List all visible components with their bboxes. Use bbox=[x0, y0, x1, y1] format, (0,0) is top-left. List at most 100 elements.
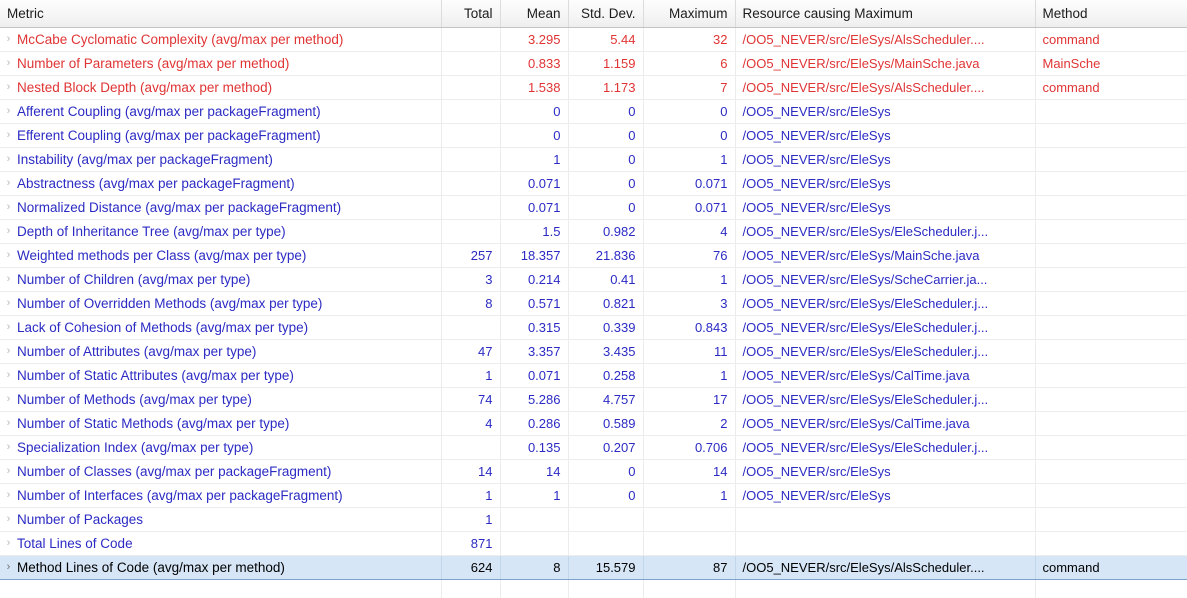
cell-resource: /OO5_NEVER/src/EleSys bbox=[735, 171, 1036, 196]
chevron-right-icon[interactable]: › bbox=[0, 220, 17, 243]
cell-mean: 3.357 bbox=[500, 339, 569, 364]
cell-stddev bbox=[568, 531, 644, 556]
chevron-right-icon[interactable]: › bbox=[0, 508, 17, 531]
table-row[interactable]: › Number of Overridden Methods (avg/max p… bbox=[0, 291, 1187, 316]
chevron-right-icon[interactable]: › bbox=[0, 100, 17, 123]
column-header-mean[interactable]: Mean bbox=[500, 0, 569, 28]
table-row[interactable]: › Depth of Inheritance Tree (avg/max per … bbox=[0, 219, 1187, 244]
metric-name-cell[interactable]: › Number of Parameters (avg/max per metho… bbox=[0, 51, 442, 76]
chevron-right-icon[interactable]: › bbox=[0, 388, 17, 411]
chevron-right-icon[interactable]: › bbox=[0, 436, 17, 459]
metric-name-cell[interactable]: › Weighted methods per Class (avg/max per… bbox=[0, 243, 442, 268]
cell-stddev: 0.339 bbox=[568, 315, 644, 340]
cell-method bbox=[1035, 531, 1187, 556]
cell-resource: /OO5_NEVER/src/EleSys/AlsScheduler.... bbox=[735, 27, 1036, 52]
metric-name-cell[interactable]: › Number of Methods (avg/max per type) bbox=[0, 387, 442, 412]
metric-name-cell[interactable]: › Specialization Index (avg/max per type) bbox=[0, 435, 442, 460]
metric-name-cell[interactable]: › Total Lines of Code bbox=[0, 531, 442, 556]
table-row[interactable]: › Number of Attributes (avg/max per type)… bbox=[0, 339, 1187, 364]
cell-stddev: 0.41 bbox=[568, 267, 644, 292]
table-row[interactable]: › Number of Static Attributes (avg/max pe… bbox=[0, 363, 1187, 388]
chevron-right-icon[interactable]: › bbox=[0, 340, 17, 363]
metric-name-cell[interactable]: › Efferent Coupling (avg/max per packageF… bbox=[0, 123, 442, 148]
table-row[interactable]: › Total Lines of Code 871 bbox=[0, 531, 1187, 556]
table-row[interactable]: › Instability (avg/max per packageFragmen… bbox=[0, 147, 1187, 172]
table-row[interactable]: › Number of Methods (avg/max per type) 74 5… bbox=[0, 387, 1187, 412]
metric-name-cell[interactable]: › Number of Attributes (avg/max per type) bbox=[0, 339, 442, 364]
chevron-right-icon[interactable]: › bbox=[0, 412, 17, 435]
cell-mean: 0.571 bbox=[500, 291, 569, 316]
cell-total: 1 bbox=[441, 363, 501, 388]
chevron-right-icon[interactable]: › bbox=[0, 484, 17, 507]
column-header-stddev[interactable]: Std. Dev. bbox=[568, 0, 644, 28]
metric-name-cell[interactable]: › Number of Overridden Methods (avg/max p… bbox=[0, 291, 442, 316]
cell-maximum: 1 bbox=[643, 363, 736, 388]
column-header-total[interactable]: Total bbox=[441, 0, 501, 28]
cell-total: 624 bbox=[441, 555, 501, 580]
table-row[interactable]: › Weighted methods per Class (avg/max per… bbox=[0, 243, 1187, 268]
metric-name-cell[interactable]: › Instability (avg/max per packageFragmen… bbox=[0, 147, 442, 172]
metric-name-cell[interactable]: › McCabe Cyclomatic Complexity (avg/max p… bbox=[0, 27, 442, 52]
table-row[interactable]: › Normalized Distance (avg/max per packag… bbox=[0, 195, 1187, 220]
metric-name-cell[interactable]: › Number of Children (avg/max per type) bbox=[0, 267, 442, 292]
column-header-resource[interactable]: Resource causing Maximum bbox=[735, 0, 1036, 28]
chevron-right-icon[interactable]: › bbox=[0, 28, 17, 51]
cell-method bbox=[1035, 147, 1187, 172]
metric-label: Number of Classes (avg/max per packageFr… bbox=[17, 464, 332, 479]
table-row[interactable]: › Number of Classes (avg/max per packageF… bbox=[0, 459, 1187, 484]
column-header-method[interactable]: Method bbox=[1035, 0, 1187, 28]
column-header-metric[interactable]: Metric bbox=[0, 0, 442, 28]
metric-name-cell[interactable]: › Afferent Coupling (avg/max per packageF… bbox=[0, 99, 442, 124]
chevron-right-icon[interactable]: › bbox=[0, 148, 17, 171]
metric-name-cell[interactable]: › Number of Packages bbox=[0, 507, 442, 532]
table-row[interactable]: › Number of Children (avg/max per type) 3 0… bbox=[0, 267, 1187, 292]
chevron-right-icon[interactable]: › bbox=[0, 292, 17, 315]
chevron-right-icon[interactable]: › bbox=[0, 364, 17, 387]
chevron-right-icon[interactable]: › bbox=[0, 316, 17, 339]
table-row[interactable]: › Number of Packages 1 bbox=[0, 507, 1187, 532]
cell-maximum bbox=[643, 531, 736, 556]
cell-method bbox=[1035, 123, 1187, 148]
cell-maximum: 1 bbox=[643, 483, 736, 508]
metric-name-cell[interactable]: › Method Lines of Code (avg/max per metho… bbox=[0, 555, 442, 580]
cell-resource: /OO5_NEVER/src/EleSys bbox=[735, 483, 1036, 508]
column-header-maximum[interactable]: Maximum bbox=[643, 0, 736, 28]
metric-name-cell[interactable]: › Lack of Cohesion of Methods (avg/max pe… bbox=[0, 315, 442, 340]
cell-total: 47 bbox=[441, 339, 501, 364]
metric-name-cell[interactable]: › Nested Block Depth (avg/max per method) bbox=[0, 75, 442, 100]
cell-total: 3 bbox=[441, 267, 501, 292]
metric-name-cell[interactable]: › Normalized Distance (avg/max per packag… bbox=[0, 195, 442, 220]
chevron-right-icon[interactable]: › bbox=[0, 52, 17, 75]
metric-name-cell[interactable]: › Number of Static Methods (avg/max per t… bbox=[0, 411, 442, 436]
table-row[interactable]: › Number of Parameters (avg/max per metho… bbox=[0, 51, 1187, 76]
metric-name-cell[interactable]: › Number of Classes (avg/max per packageF… bbox=[0, 459, 442, 484]
chevron-right-icon[interactable]: › bbox=[0, 196, 17, 219]
metric-name-cell[interactable]: › Number of Interfaces (avg/max per packa… bbox=[0, 483, 442, 508]
table-row[interactable]: › Abstractness (avg/max per packageFragme… bbox=[0, 171, 1187, 196]
chevron-right-icon[interactable]: › bbox=[0, 124, 17, 147]
metric-name-cell[interactable]: › Number of Static Attributes (avg/max pe… bbox=[0, 363, 442, 388]
table-row[interactable]: › Number of Interfaces (avg/max per packa… bbox=[0, 483, 1187, 508]
table-row[interactable]: › McCabe Cyclomatic Complexity (avg/max p… bbox=[0, 27, 1187, 52]
table-row[interactable]: › Method Lines of Code (avg/max per metho… bbox=[0, 555, 1187, 580]
chevron-right-icon[interactable]: › bbox=[0, 268, 17, 291]
metric-name-cell[interactable]: › Depth of Inheritance Tree (avg/max per … bbox=[0, 219, 442, 244]
cell-resource bbox=[735, 507, 1036, 532]
chevron-right-icon[interactable]: › bbox=[0, 532, 17, 555]
chevron-right-icon[interactable]: › bbox=[0, 460, 17, 483]
metric-name-cell[interactable]: › Abstractness (avg/max per packageFragme… bbox=[0, 171, 442, 196]
table-row[interactable]: › Lack of Cohesion of Methods (avg/max pe… bbox=[0, 315, 1187, 340]
chevron-right-icon[interactable]: › bbox=[0, 557, 17, 579]
chevron-right-icon[interactable]: › bbox=[0, 244, 17, 267]
table-row[interactable]: › Efferent Coupling (avg/max per packageF… bbox=[0, 123, 1187, 148]
table-row[interactable]: › Number of Static Methods (avg/max per t… bbox=[0, 411, 1187, 436]
table-row[interactable]: › Nested Block Depth (avg/max per method)… bbox=[0, 75, 1187, 100]
cell-method bbox=[1035, 291, 1187, 316]
chevron-right-icon[interactable]: › bbox=[0, 172, 17, 195]
chevron-right-icon[interactable]: › bbox=[0, 76, 17, 99]
cell-method: command bbox=[1035, 27, 1187, 52]
table-row[interactable]: › Specialization Index (avg/max per type)… bbox=[0, 435, 1187, 460]
cell-maximum: 0.071 bbox=[643, 171, 736, 196]
filler-cell bbox=[1035, 580, 1187, 598]
table-row[interactable]: › Afferent Coupling (avg/max per packageF… bbox=[0, 99, 1187, 124]
